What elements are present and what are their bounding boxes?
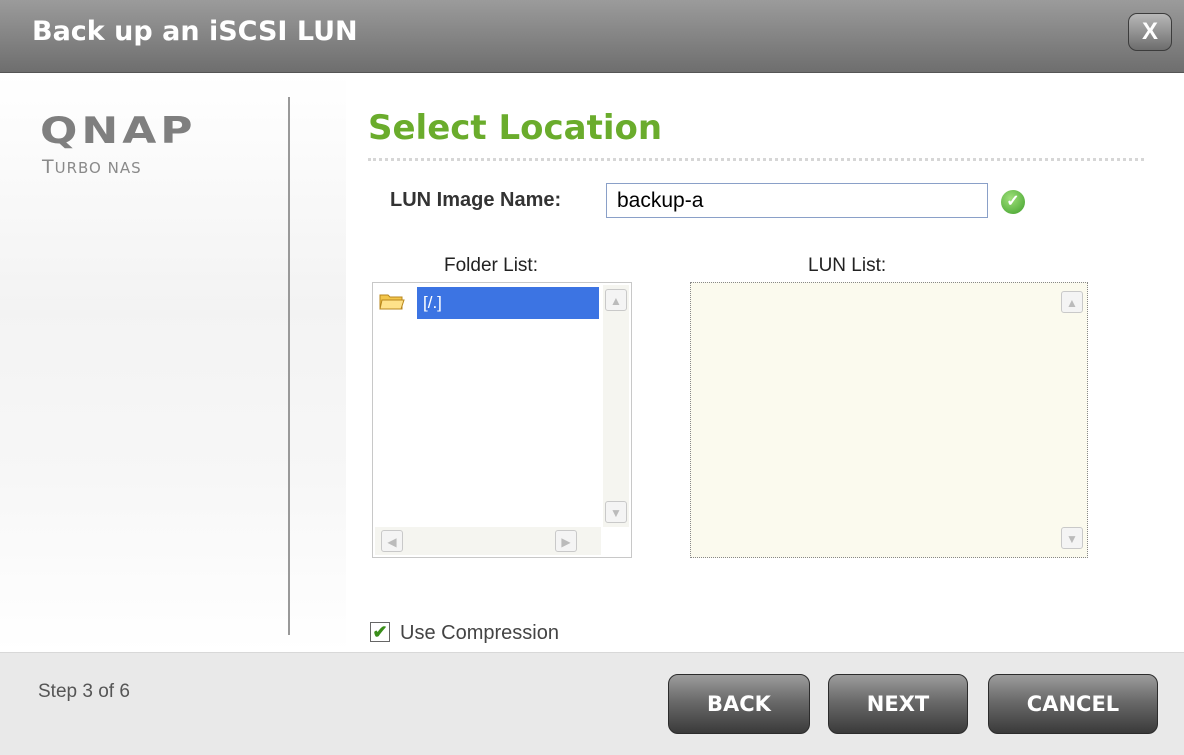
scroll-down-icon[interactable]: ▼ <box>1061 527 1083 549</box>
scroll-up-icon[interactable]: ▲ <box>605 289 627 311</box>
lun-list[interactable]: ▲ ▼ <box>690 282 1088 558</box>
use-compression-checkbox[interactable]: ✔ <box>370 622 390 642</box>
step-indicator: Step 3 of 6 <box>38 681 130 702</box>
logo-subtitle: TURBO NAS <box>42 156 142 178</box>
folder-list-hscrollbar[interactable]: ◀ ▶ <box>375 527 601 555</box>
folder-list[interactable]: [/.] ▲ ▼ ◀ ▶ <box>372 282 632 558</box>
close-icon: X <box>1141 18 1158 45</box>
scroll-down-icon[interactable]: ▼ <box>605 501 627 523</box>
vertical-divider <box>288 97 290 635</box>
scroll-up-icon[interactable]: ▲ <box>1061 291 1083 313</box>
lun-image-name-input[interactable] <box>606 183 988 218</box>
folder-item-label[interactable]: [/.] <box>417 287 599 319</box>
window-title: Back up an iSCSI LUN <box>32 16 358 47</box>
check-circle-icon: ✓ <box>1001 190 1025 214</box>
folder-list-vscrollbar[interactable]: ▲ ▼ <box>603 285 629 527</box>
folder-open-icon <box>379 294 405 310</box>
dotted-divider <box>368 158 1144 161</box>
backup-lun-dialog: Back up an iSCSI LUN X QNAP TURBO NAS Se… <box>0 0 1184 755</box>
scroll-right-icon[interactable]: ▶ <box>555 530 577 552</box>
list-item[interactable]: [/.] <box>377 287 599 319</box>
cancel-button[interactable]: CANCEL <box>988 674 1158 734</box>
folder-list-label: Folder List: <box>444 255 538 276</box>
lun-list-label: LUN List: <box>808 255 887 276</box>
page-title: Select Location <box>368 108 663 148</box>
logo-subtitle-rest: URBO NAS <box>54 159 142 177</box>
title-bar[interactable]: Back up an iSCSI LUN X <box>0 0 1184 73</box>
use-compression-label[interactable]: Use Compression <box>400 622 559 645</box>
close-button[interactable]: X <box>1128 13 1172 51</box>
lun-image-name-label: LUN Image Name: <box>390 189 562 211</box>
next-button[interactable]: NEXT <box>828 674 968 734</box>
footer: Step 3 of 6 BACK NEXT CANCEL <box>0 652 1184 755</box>
qnap-logo: QNAP <box>40 110 197 152</box>
scroll-left-icon[interactable]: ◀ <box>381 530 403 552</box>
back-button[interactable]: BACK <box>668 674 810 734</box>
lun-list-vscrollbar[interactable]: ▲ ▼ <box>1059 285 1085 553</box>
